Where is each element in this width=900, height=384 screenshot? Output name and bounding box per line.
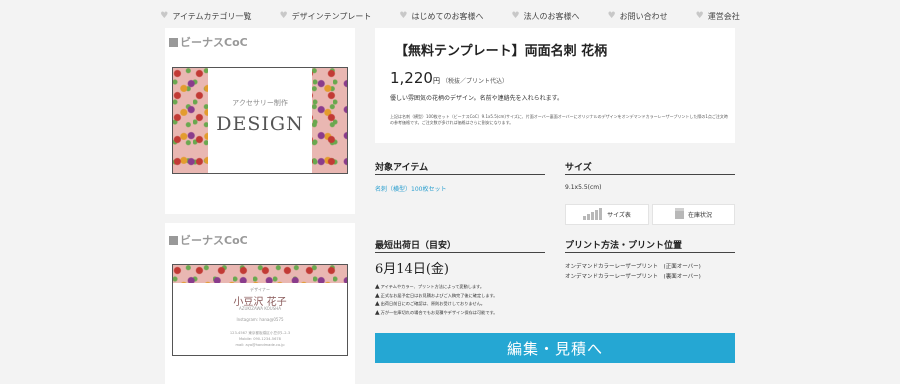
warning-icon: ▲ bbox=[375, 291, 380, 299]
heart-icon: ♥ bbox=[160, 11, 169, 21]
ship-divider bbox=[375, 252, 545, 253]
product-fine-print: 上記は名刺（横型）100枚セット（ビーナスCoC）9.1x5.5(cm)サイズに… bbox=[390, 114, 728, 125]
print-heading: プリント方法・プリント位置 bbox=[565, 241, 683, 251]
nav-label: 法人のお客様へ bbox=[523, 11, 580, 21]
preview-back[interactable]: ビーナスCoC デザイナー 小豆沢 花子 AZUKIZAWA KOUSHA In… bbox=[165, 223, 355, 384]
warning-icon: ▲ bbox=[375, 300, 380, 307]
card-main-text: DESIGN bbox=[216, 113, 304, 135]
stock-button[interactable]: 在庫状況 bbox=[652, 204, 735, 225]
item-link[interactable]: 名刺（横型）100枚セット bbox=[375, 184, 446, 193]
product-summary: 【無料テンプレート】両面名刺 花柄 1,220円 （税抜／プリント代込） 優しい雰… bbox=[375, 28, 735, 143]
preview-front[interactable]: ビーナスCoC アクセサリー制作 DESIGN bbox=[165, 28, 355, 214]
nav-label: はじめてのお客様へ bbox=[411, 11, 484, 21]
ship-note: ▲ アイテムやカラー、プリント方法によって変動します。 bbox=[375, 283, 497, 292]
square-icon bbox=[169, 235, 178, 245]
card-info-panel: デザイナー 小豆沢 花子 AZUKIZAWA KOUSHA Instagram:… bbox=[173, 283, 347, 355]
print-methods: オンデマンドカラーレーザープリント (正面オーバー) オンデマンドカラーレーザー… bbox=[565, 262, 701, 282]
size-value: 9.1x5.5(cm) bbox=[565, 184, 602, 191]
price-value: 1,220 bbox=[390, 69, 433, 87]
print-method-back: オンデマンドカラーレーザープリント (裏面オーバー) bbox=[565, 274, 701, 280]
nav-item-corporate[interactable]: ♥ 法人のお客様へ bbox=[511, 11, 579, 22]
heart-icon: ♥ bbox=[511, 11, 520, 21]
card-mail: mail: aya@handmade.co.jp bbox=[235, 343, 285, 347]
nav-item-first-time[interactable]: ♥ はじめてのお客様へ bbox=[399, 11, 483, 22]
preview-label-text: ビーナスCoC bbox=[180, 234, 248, 247]
stock-label: 在庫状況 bbox=[687, 212, 712, 219]
product-title: 【無料テンプレート】両面名刺 花柄 bbox=[395, 44, 608, 59]
product-description: 優しい雰囲気の花柄のデザイン。名前や連絡先を入れられます。 bbox=[390, 95, 564, 102]
card-contact-info: 123-4567 東京都板橋区小豆沢1-2-3 Mobile: 090-1234… bbox=[173, 330, 347, 348]
nav-label: 運営会社 bbox=[707, 11, 740, 21]
print-method-front: オンデマンドカラーレーザープリント (正面オーバー) bbox=[565, 264, 701, 270]
size-heading: サイズ bbox=[565, 163, 592, 173]
card-back-image: デザイナー 小豆沢 花子 AZUKIZAWA KOUSHA Instagram:… bbox=[172, 264, 348, 356]
size-divider bbox=[565, 174, 735, 175]
nav-label: アイテムカテゴリ一覧 bbox=[172, 11, 252, 21]
square-icon bbox=[169, 37, 178, 47]
ship-notes: ▲ アイテムやカラー、プリント方法によって変動します。 ▲ 正式なお届予定日はお見積… bbox=[375, 283, 497, 317]
nav-item-contact[interactable]: ♥ お問い合わせ bbox=[608, 11, 668, 22]
size-table-button[interactable]: サイズ表 bbox=[565, 204, 649, 225]
ship-note: ▲ 万が一在庫切れの場合でもお見積やデザイン保存は可能です。 bbox=[375, 309, 497, 318]
item-divider bbox=[375, 174, 545, 175]
item-heading: 対象アイテム bbox=[375, 163, 429, 173]
heart-icon: ♥ bbox=[279, 11, 288, 21]
price-note: （税抜／プリント代込） bbox=[441, 78, 508, 85]
preview-label-text: ビーナスCoC bbox=[180, 36, 248, 49]
preview-label: ビーナスCoC bbox=[169, 34, 248, 50]
ship-note: ▲ 正式なお届予定日はお見積およびご入稿完了後に確定します。 bbox=[375, 292, 497, 301]
card-center-panel: アクセサリー制作 DESIGN bbox=[208, 68, 312, 173]
heart-icon: ♥ bbox=[399, 11, 408, 21]
ship-note-text: 正式なお届予定日はお見積およびご入稿完了後に確定します。 bbox=[380, 292, 498, 298]
nav-label: デザインテンプレート bbox=[291, 11, 372, 21]
card-instagram: Instagram: hana@0575 bbox=[236, 317, 284, 322]
preview-label: ビーナスCoC bbox=[169, 232, 248, 248]
card-kana: AZUKIZAWA KOUSHA bbox=[239, 306, 281, 311]
size-table-label: サイズ表 bbox=[607, 212, 631, 219]
size-bars-icon bbox=[583, 208, 603, 220]
card-subtitle: アクセサリー制作 bbox=[232, 99, 288, 107]
ship-note: ▲ 出荷日前日にのご確認は、原則お受けしておりません。 bbox=[375, 300, 497, 309]
ship-note-text: アイテムやカラー、プリント方法によって変動します。 bbox=[380, 284, 485, 289]
box-icon bbox=[674, 207, 684, 219]
warning-icon: ▲ bbox=[375, 308, 380, 316]
heart-icon: ♥ bbox=[695, 11, 704, 21]
nav-item-company[interactable]: ♥ 運営会社 bbox=[696, 11, 740, 22]
ship-heading: 最短出荷日（目安） bbox=[375, 241, 457, 251]
ship-note-text: 出荷日前日にのご確認は、原則お受けしておりません。 bbox=[380, 301, 485, 306]
heart-icon: ♥ bbox=[607, 11, 616, 21]
nav-label: お問い合わせ bbox=[619, 11, 668, 21]
edit-estimate-button[interactable]: 編集・見積へ bbox=[375, 333, 735, 363]
warning-icon: ▲ bbox=[375, 283, 380, 290]
ship-date: 6月14日(金) bbox=[375, 262, 449, 277]
nav-item-templates[interactable]: ♥ デザインテンプレート bbox=[280, 11, 372, 22]
price-unit: 円 bbox=[432, 77, 440, 85]
print-divider bbox=[565, 252, 735, 253]
nav-item-categories[interactable]: ♥ アイテムカテゴリ一覧 bbox=[160, 11, 251, 22]
card-front-image: アクセサリー制作 DESIGN bbox=[172, 67, 348, 174]
ship-note-text: 万が一在庫切れの場合でもお見積やデザイン保存は可能です。 bbox=[380, 309, 498, 315]
product-price: 1,220円 （税抜／プリント代込） bbox=[390, 69, 508, 87]
